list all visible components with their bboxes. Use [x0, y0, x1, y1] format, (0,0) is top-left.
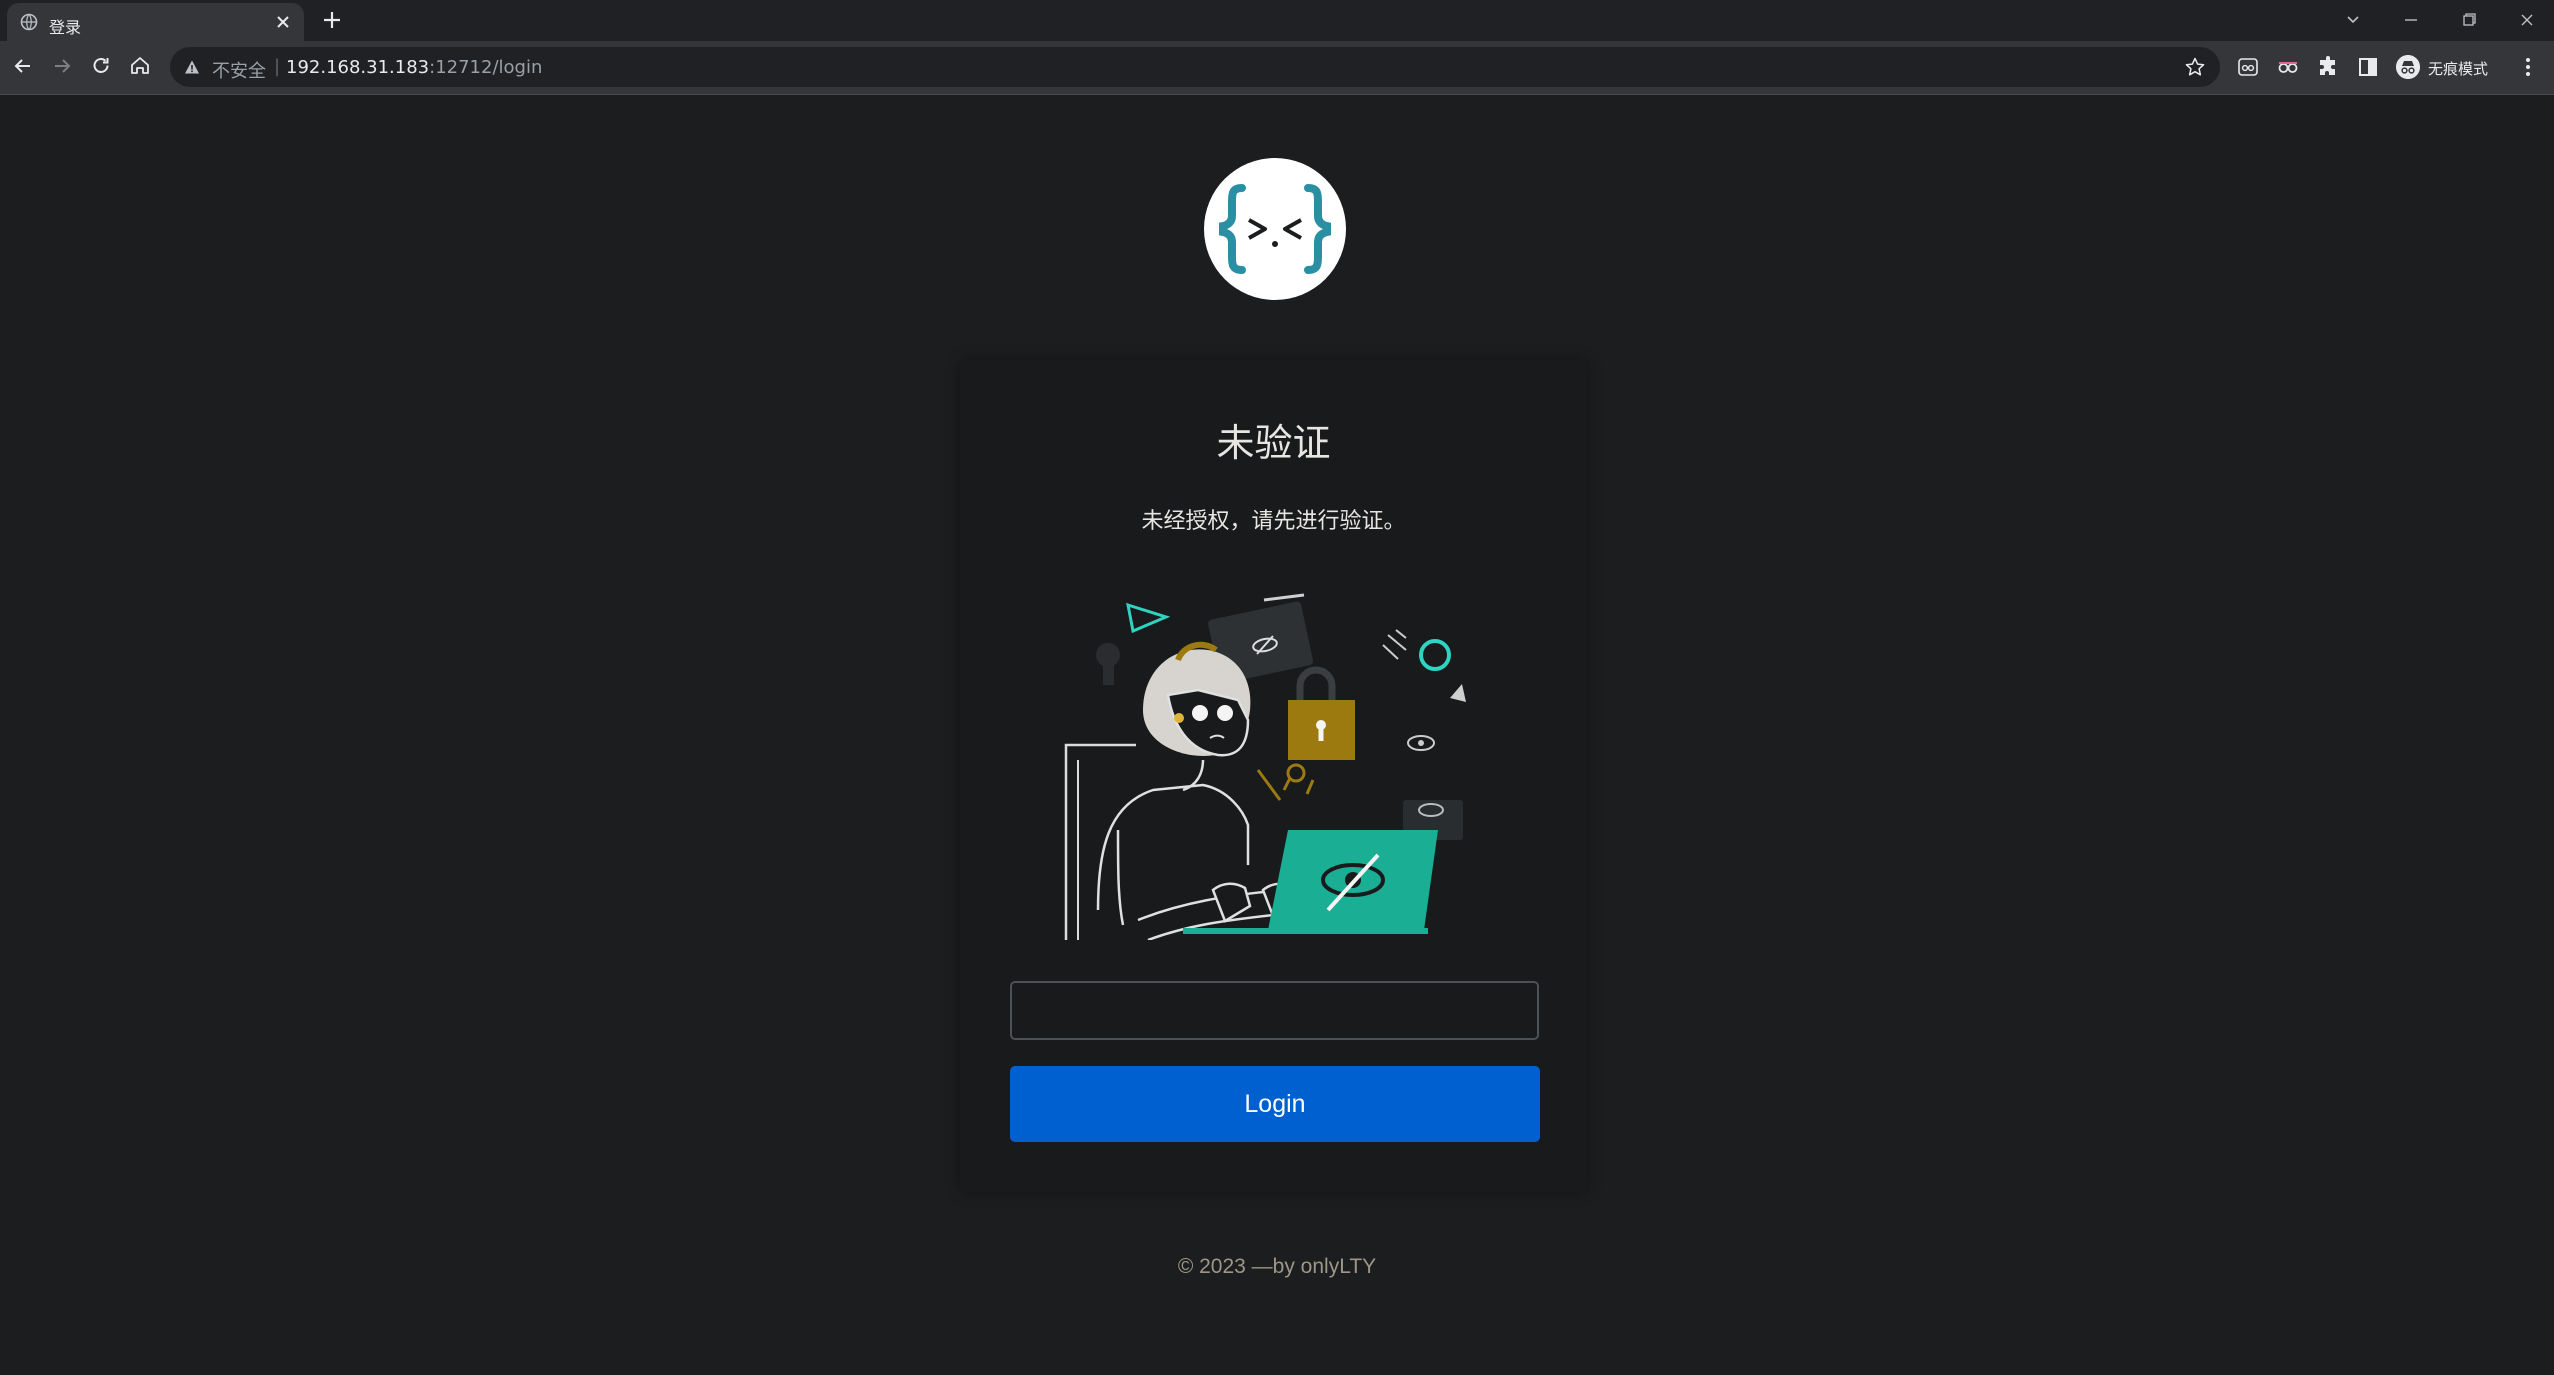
puzzle-icon[interactable]	[2316, 55, 2340, 79]
page-subtitle: 未经授权，请先进行验证。	[1141, 509, 1406, 534]
security-label: 不安全	[212, 61, 266, 82]
unauthorized-illustration	[1064, 593, 1466, 940]
star-icon[interactable]	[2184, 56, 2206, 78]
login-button[interactable]: Login	[1010, 1066, 1540, 1142]
address-bar[interactable]: 不安全 | 192.168.31.183:12712/login	[170, 47, 2220, 87]
tab-title: 登录	[49, 18, 82, 37]
plus-icon[interactable]	[320, 8, 344, 32]
forward-icon[interactable]	[49, 53, 75, 79]
chevron-down-icon[interactable]	[2338, 6, 2368, 34]
warning-icon	[185, 60, 199, 74]
kebab-menu-icon[interactable]	[2516, 55, 2540, 79]
page-title: 未验证	[1216, 421, 1331, 465]
browser-toolbar: 不安全 | 192.168.31.183:12712/login 无痕模式	[0, 41, 2554, 95]
globe-icon	[20, 13, 38, 31]
close-icon[interactable]	[272, 11, 294, 33]
footer-copyright: © 2023 —by onlyLTY	[1177, 1255, 1377, 1278]
browser-tab[interactable]: 登录	[7, 3, 304, 41]
url-path: :12712/login	[429, 57, 543, 78]
login-card: 未验证 未经授权，请先进行验证。 Login	[960, 360, 1587, 1192]
url-text: 192.168.31.183:12712/login	[286, 57, 542, 78]
sidepanel-icon[interactable]	[2356, 55, 2380, 79]
incognito-icon	[2396, 55, 2420, 79]
tab-strip: 登录	[0, 0, 2554, 41]
restore-icon[interactable]	[2454, 6, 2484, 34]
url-host: 192.168.31.183	[286, 57, 430, 78]
home-icon[interactable]	[127, 53, 153, 79]
app-logo	[1204, 158, 1346, 300]
incognito-badge[interactable]: 无痕模式	[2388, 50, 2508, 84]
window-close-icon[interactable]	[2512, 6, 2542, 34]
minimize-icon[interactable]	[2396, 6, 2426, 34]
incognito-label: 无痕模式	[2428, 60, 2489, 78]
extension-icon[interactable]	[2236, 55, 2260, 79]
back-icon[interactable]	[10, 53, 36, 79]
glasses-extension-icon[interactable]	[2276, 55, 2300, 79]
logo-brackets-icon	[1219, 184, 1331, 274]
reload-icon[interactable]	[88, 53, 114, 79]
url-divider: |	[274, 56, 281, 77]
password-input[interactable]	[1010, 981, 1539, 1040]
